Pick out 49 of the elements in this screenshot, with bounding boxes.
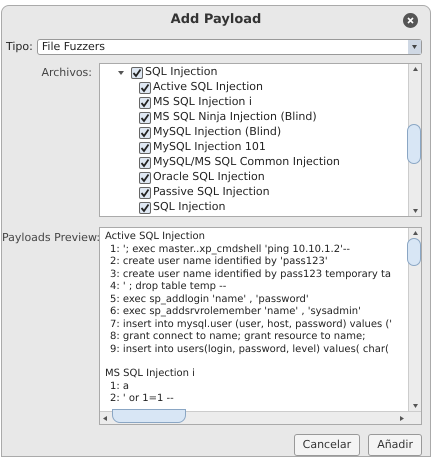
checkbox[interactable] (139, 82, 151, 94)
payload-group-title: MS SQL Injection i (105, 368, 196, 380)
horizontal-scrollbar[interactable] (100, 411, 421, 424)
payload-line: 9: insert into users(login, password, level) values( char( (109, 344, 390, 356)
vertical-scrollbar[interactable] (408, 228, 421, 411)
dropdown-caret-icon[interactable] (408, 40, 421, 54)
scroll-thumb[interactable] (407, 238, 421, 266)
checkbox[interactable] (139, 96, 151, 108)
payload-line: 5: exec sp_addlogin 'name' , 'password' (109, 294, 310, 306)
tree-item[interactable]: MySQL Injection (Blind) (153, 124, 282, 141)
payload-line: 6: exec sp_addsrvrolemember 'name' , 'sysadmin' (109, 306, 362, 318)
checkbox[interactable] (139, 172, 151, 184)
payload-line: 2: create user name identified by 'pass123' (109, 256, 329, 268)
payload-line: 3: create user name identified by pass123 temporary ta (109, 268, 392, 281)
tree-item[interactable]: SQL Injection (145, 64, 218, 81)
expanded-triangle-icon[interactable] (117, 68, 125, 76)
tree-item[interactable]: MySQL Injection 101 (153, 139, 266, 156)
scroll-thumb[interactable] (407, 124, 421, 164)
tree-item[interactable]: MySQL/MS SQL Common Injection (153, 154, 340, 171)
checkbox[interactable] (139, 186, 151, 198)
scroll-thumb[interactable] (112, 409, 186, 423)
payload-group-title: Active SQL Injection (105, 231, 206, 244)
checkbox[interactable] (139, 142, 151, 154)
payload-line: 2: ' or 1=1 -- (109, 393, 175, 406)
dialog-button[interactable]: Cancelar (294, 434, 360, 456)
close-icon[interactable] (403, 13, 418, 28)
tree-item[interactable]: Oracle SQL Injection (153, 169, 265, 186)
tree-item[interactable]: SQL Injection (153, 199, 226, 216)
tree-item[interactable]: MS SQL Injection i (153, 94, 252, 111)
tree-item[interactable]: Passive SQL Injection (153, 184, 270, 201)
checkbox[interactable] (139, 156, 151, 168)
tree-item[interactable]: MS SQL Ninja Injection (Blind) (153, 109, 317, 126)
field-label: Archivos: (40, 65, 93, 81)
window-title: Add Payload (170, 10, 262, 29)
payload-line: 1: '; exec master..xp_cmdshell 'ping 10.10.1.2'-- (109, 244, 352, 256)
checkbox[interactable] (139, 202, 151, 214)
field-label: Payloads Preview: (2, 230, 99, 246)
checkbox[interactable] (139, 112, 151, 124)
payload-line: 7: insert into mysql.user (user, host, password) values (' (109, 318, 394, 331)
payload-line: 1: a (109, 380, 130, 393)
field-label: Tipo: (6, 38, 33, 55)
type-dropdown[interactable]: File Fuzzers (36, 39, 422, 56)
checkbox[interactable] (131, 66, 143, 78)
tree-item[interactable]: Active SQL Injection (153, 79, 263, 96)
checkbox[interactable] (139, 126, 151, 138)
dialog-button[interactable]: Añadir (368, 434, 422, 456)
payload-line: 4: ' ; drop table temp -- (109, 281, 228, 294)
payload-line: 8: grant connect to name; grant resource to name; (109, 331, 367, 344)
vertical-scrollbar[interactable] (408, 64, 421, 216)
